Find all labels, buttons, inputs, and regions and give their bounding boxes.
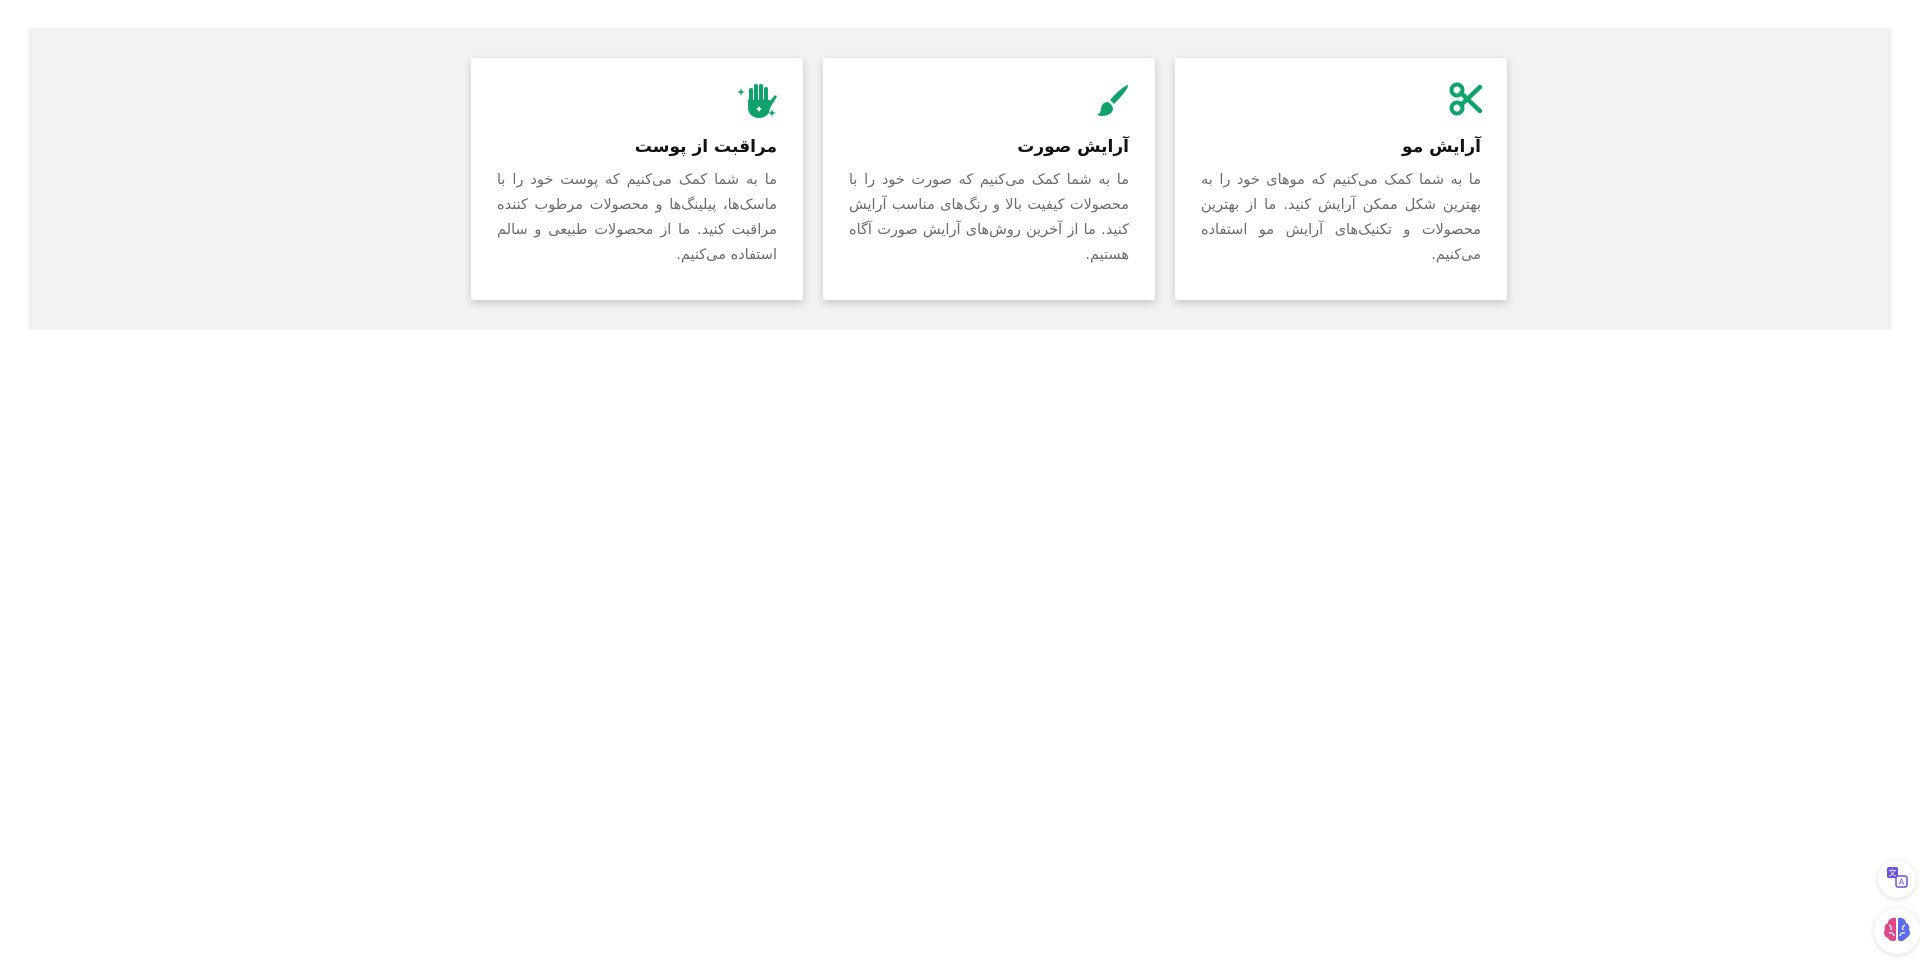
- services-section: آرایش مو ما به شما کمک می‌کنیم که موهای …: [28, 28, 1892, 330]
- card-title: مراقبت از پوست: [634, 137, 777, 157]
- service-card-face: آرایش صورت ما به شما کمک می‌کنیم که صورت…: [823, 58, 1155, 300]
- translate-icon: 文 A: [1886, 866, 1908, 892]
- svg-text:文: 文: [1889, 868, 1897, 878]
- card-description: ما به شما کمک می‌کنیم که پوست خود را با …: [497, 172, 777, 263]
- scissors-icon: [1441, 82, 1483, 120]
- service-card-skin: مراقبت از پوست ما به شما کمک می‌کنیم که …: [471, 58, 803, 300]
- translate-button[interactable]: 文 A: [1878, 860, 1916, 898]
- ai-assistant-button[interactable]: [1874, 908, 1920, 954]
- card-title: آرایش مو: [1402, 137, 1481, 157]
- brush-icon: [1089, 82, 1131, 120]
- hand-sparkles-icon: [737, 82, 779, 120]
- brain-icon: [1883, 916, 1911, 946]
- card-description: ما به شما کمک می‌کنیم که صورت خود را با …: [849, 172, 1129, 263]
- card-description: ما به شما کمک می‌کنیم که موهای خود را به…: [1201, 172, 1481, 263]
- card-title: آرایش صورت: [1017, 137, 1129, 157]
- svg-text:A: A: [1899, 878, 1905, 887]
- service-cards: آرایش مو ما به شما کمک می‌کنیم که موهای …: [442, 58, 1507, 300]
- service-card-hair: آرایش مو ما به شما کمک می‌کنیم که موهای …: [1175, 58, 1507, 300]
